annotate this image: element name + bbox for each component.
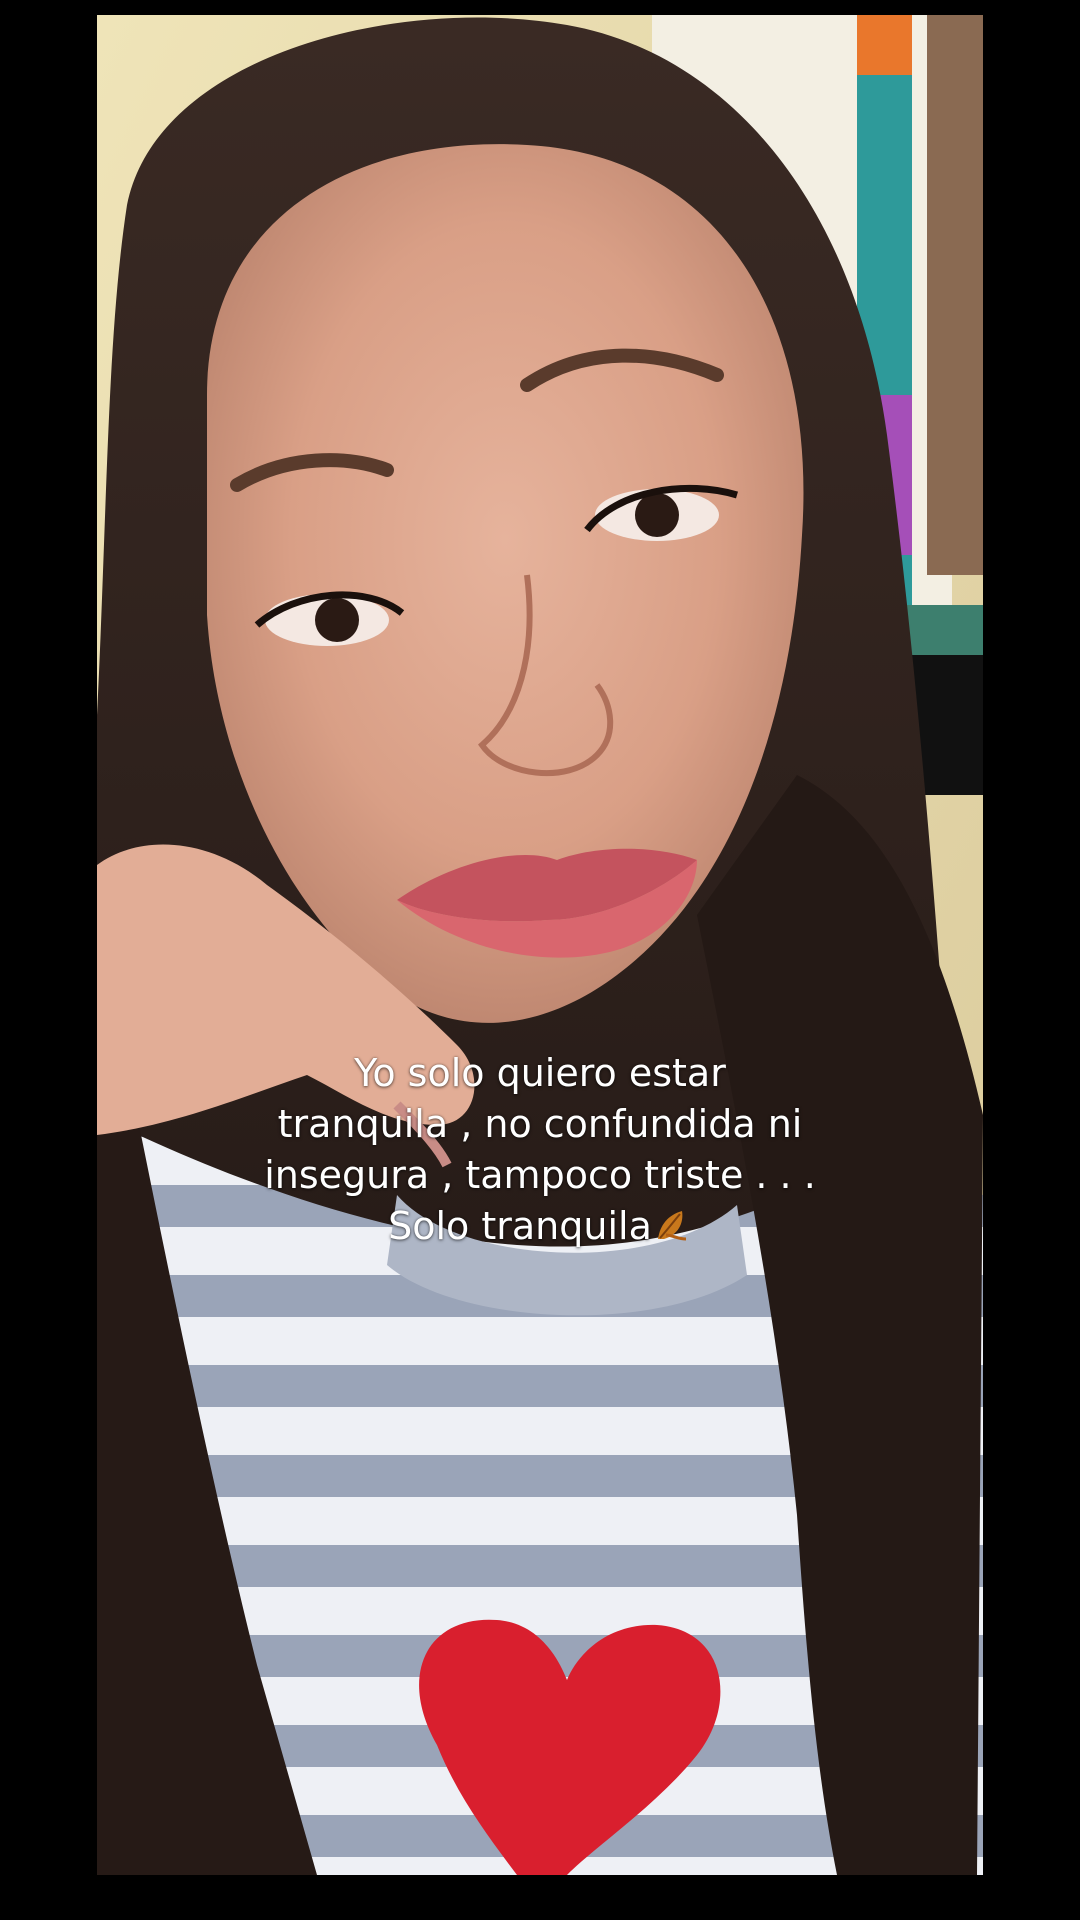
caption-line-1: Yo solo quiero estar	[354, 1051, 726, 1095]
fallen-leaf-icon	[657, 1211, 686, 1241]
caption-line-2: tranquila , no confundida ni	[277, 1102, 803, 1146]
caption-line-4: Solo tranquila	[388, 1204, 652, 1248]
selfie-illustration	[97, 15, 983, 1875]
caption-line-3: insegura , tampoco triste . . .	[264, 1153, 816, 1197]
door-frame	[927, 15, 983, 575]
video-caption: Yo solo quiero estar tranquila , no conf…	[97, 1048, 983, 1252]
caption-line-4-wrap: Solo tranquila	[97, 1201, 983, 1252]
selfie-photo	[97, 15, 983, 1875]
video-frame: Yo solo quiero estar tranquila , no conf…	[0, 0, 1080, 1920]
